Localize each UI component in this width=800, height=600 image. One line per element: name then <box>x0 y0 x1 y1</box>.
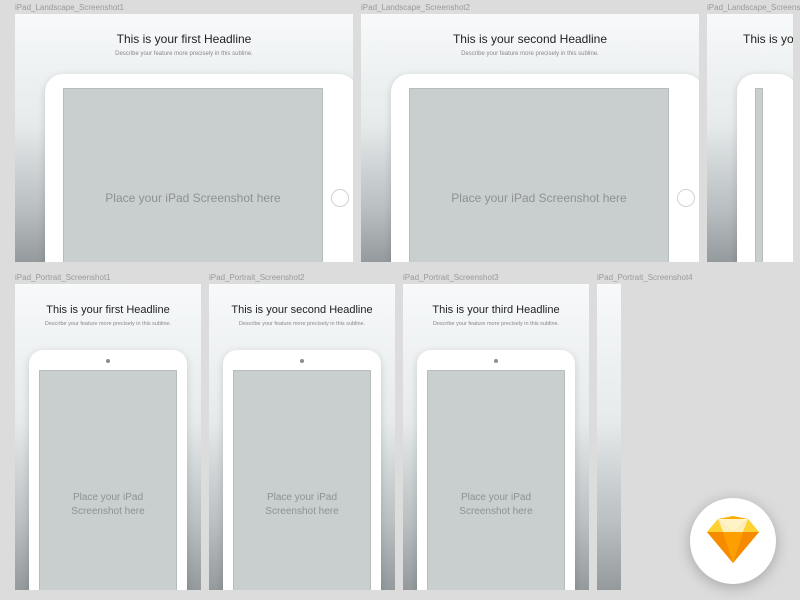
placeholder-text: Place your iPad Screenshot here <box>428 491 564 519</box>
mockup-card: This is your first Headline Describe you… <box>15 14 353 262</box>
subline: Describe your feature more precisely in … <box>15 316 201 327</box>
headline: This is your third Headline <box>403 284 589 316</box>
subline: Describe your feature more precisely in … <box>209 316 395 327</box>
artboard-landscape-3[interactable]: iPad_Landscape_Screenshot3 This is your <box>707 0 800 262</box>
sketch-diamond-icon <box>707 515 759 568</box>
mockup-card: This is your second Headline Describe yo… <box>361 14 699 262</box>
headline: This is your <box>707 14 793 46</box>
mockup-card <box>597 284 621 590</box>
mockup-card: This is your <box>707 14 793 262</box>
ipad-frame: Place your iPad Screenshot here <box>391 74 699 262</box>
ipad-screen: Place your iPad Screenshot here <box>233 370 371 590</box>
artboard-portrait-3[interactable]: iPad_Portrait_Screenshot3 This is your t… <box>403 270 589 590</box>
camera-icon <box>300 359 304 363</box>
ipad-screen: Place your iPad Screenshot here <box>427 370 565 590</box>
ipad-frame <box>737 74 793 262</box>
artboard-portrait-4[interactable]: iPad_Portrait_Screenshot4 <box>597 270 693 590</box>
placeholder-text: Place your iPad Screenshot here <box>234 491 370 519</box>
headline: This is your first Headline <box>15 14 353 46</box>
artboard-label: iPad_Portrait_Screenshot2 <box>209 270 395 284</box>
placeholder-text: Place your iPad Screenshot here <box>40 491 176 519</box>
camera-icon <box>106 359 110 363</box>
portrait-row: iPad_Portrait_Screenshot1 This is your f… <box>0 270 800 590</box>
landscape-row: iPad_Landscape_Screenshot1 This is your … <box>0 0 800 262</box>
artboard-label: iPad_Portrait_Screenshot4 <box>597 270 693 284</box>
artboard-label: iPad_Landscape_Screenshot2 <box>361 0 699 14</box>
camera-icon <box>494 359 498 363</box>
placeholder-text: Place your iPad Screenshot here <box>441 190 636 207</box>
headline: This is your second Headline <box>361 14 699 46</box>
subline: Describe your feature more precisely in … <box>403 316 589 327</box>
mockup-card: This is your third Headline Describe you… <box>403 284 589 590</box>
sketch-app-badge <box>690 498 776 584</box>
artboard-label: iPad_Portrait_Screenshot3 <box>403 270 589 284</box>
artboard-portrait-2[interactable]: iPad_Portrait_Screenshot2 This is your s… <box>209 270 395 590</box>
ipad-frame: Place your iPad Screenshot here <box>223 350 381 590</box>
ipad-frame: Place your iPad Screenshot here <box>417 350 575 590</box>
ipad-frame: Place your iPad Screenshot here <box>45 74 353 262</box>
artboard-label: iPad_Portrait_Screenshot1 <box>15 270 201 284</box>
headline: This is your second Headline <box>209 284 395 316</box>
subline: Describe your feature more precisely in … <box>15 46 353 57</box>
subline <box>707 46 793 51</box>
artboard-portrait-1[interactable]: iPad_Portrait_Screenshot1 This is your f… <box>15 270 201 590</box>
ipad-screen: Place your iPad Screenshot here <box>63 88 323 262</box>
mockup-card: This is your first Headline Describe you… <box>15 284 201 590</box>
artboard-landscape-1[interactable]: iPad_Landscape_Screenshot1 This is your … <box>15 0 353 262</box>
ipad-screen <box>755 88 763 262</box>
home-button-icon <box>677 189 695 207</box>
headline: This is your first Headline <box>15 284 201 316</box>
home-button-icon <box>331 189 349 207</box>
subline: Describe your feature more precisely in … <box>361 46 699 57</box>
placeholder-text: Place your iPad Screenshot here <box>95 190 290 207</box>
mockup-card: This is your second Headline Describe yo… <box>209 284 395 590</box>
artboard-landscape-2[interactable]: iPad_Landscape_Screenshot2 This is your … <box>361 0 699 262</box>
artboard-grid: iPad_Landscape_Screenshot1 This is your … <box>0 0 800 590</box>
artboard-label: iPad_Landscape_Screenshot1 <box>15 0 353 14</box>
ipad-screen: Place your iPad Screenshot here <box>409 88 669 262</box>
artboard-label: iPad_Landscape_Screenshot3 <box>707 0 800 14</box>
ipad-frame: Place your iPad Screenshot here <box>29 350 187 590</box>
ipad-screen: Place your iPad Screenshot here <box>39 370 177 590</box>
